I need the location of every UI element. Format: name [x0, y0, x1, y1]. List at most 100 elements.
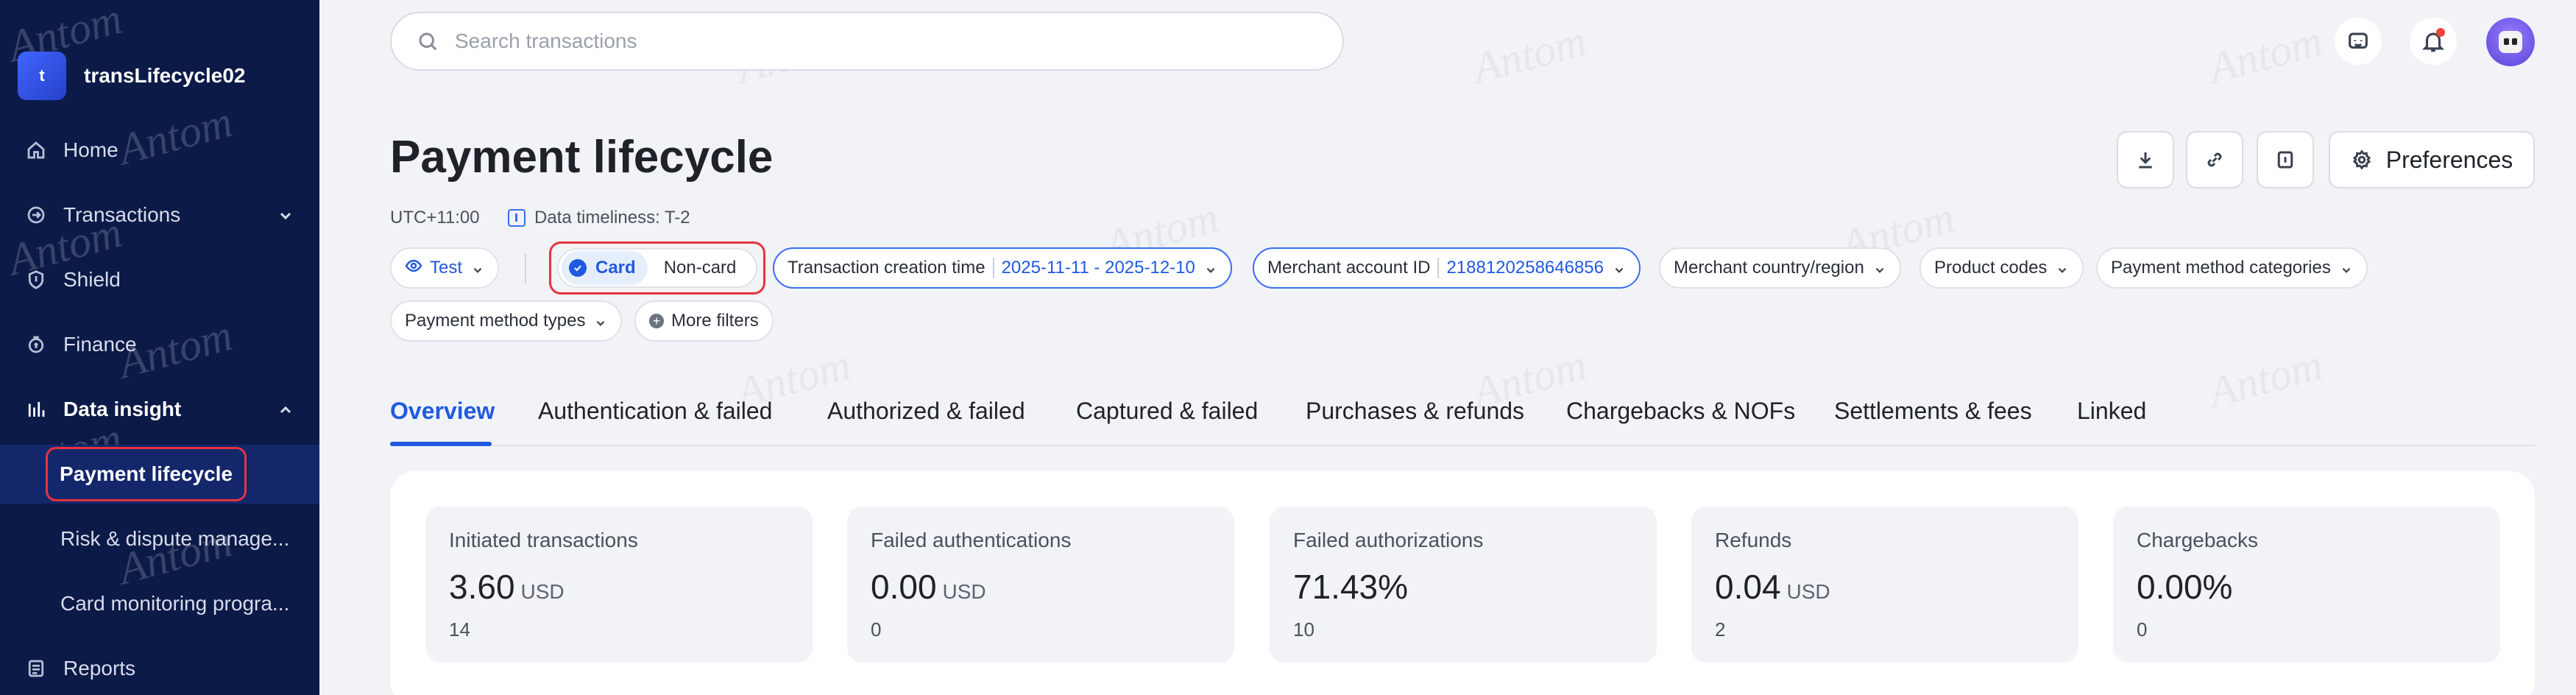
- chevron-down-icon: [471, 261, 484, 275]
- tab-authentication-failed[interactable]: Authentication & failed: [538, 398, 772, 425]
- filter-payment-method-categories[interactable]: Payment method categories: [2096, 247, 2368, 289]
- more-filters-button[interactable]: + More filters: [634, 300, 774, 342]
- metric-value: 0.04: [1715, 568, 1781, 606]
- filter-merchant-country[interactable]: Merchant country/region: [1659, 247, 1901, 289]
- filter-label: Payment method types: [405, 311, 586, 331]
- filter-label: Merchant country/region: [1674, 258, 1864, 278]
- sidebar-subitem-label: Risk & dispute manage...: [60, 527, 290, 550]
- watermark: Antom: [2203, 339, 2328, 417]
- copy-link-button[interactable]: [2186, 131, 2243, 188]
- metric-count: 2: [1715, 618, 1726, 641]
- info-icon: [508, 209, 526, 227]
- sidebar-item-home[interactable]: Home: [0, 121, 319, 180]
- download-button[interactable]: [2117, 131, 2174, 188]
- divider: [1437, 258, 1440, 278]
- metric-count: 0: [2137, 618, 2148, 641]
- help-doc-button[interactable]: [2257, 131, 2314, 188]
- filter-value: 2025-11-11 - 2025-12-10: [1001, 258, 1195, 278]
- search-input[interactable]: [455, 29, 1264, 53]
- sidebar-subitem-risk-dispute[interactable]: Risk & dispute manage...: [0, 509, 319, 568]
- metric-card-initiated-transactions[interactable]: Initiated transactions 3.60 USD 14: [425, 507, 813, 663]
- data-insight-icon: [25, 398, 47, 420]
- sidebar-item-transactions[interactable]: Transactions: [0, 186, 319, 244]
- chatbot-icon: [2349, 32, 2368, 49]
- assistant-button[interactable]: [2335, 18, 2382, 65]
- tab-chargebacks-nofs[interactable]: Chargebacks & NOFs: [1566, 398, 1795, 425]
- chevron-down-icon: [2340, 261, 2353, 275]
- timezone-label: UTC+11:00: [390, 208, 480, 227]
- sidebar-item-label: Transactions: [63, 203, 181, 226]
- filter-payment-method-types[interactable]: Payment method types: [390, 300, 623, 342]
- filter-label: Transaction creation time: [788, 258, 986, 278]
- tab-overview[interactable]: Overview: [390, 398, 495, 425]
- sidebar-subitem-payment-lifecycle[interactable]: Payment lifecycle: [0, 445, 319, 504]
- notifications-button[interactable]: [2410, 18, 2457, 65]
- metric-unit: USD: [1786, 580, 1830, 603]
- search-bar[interactable]: [390, 12, 1344, 71]
- sidebar-subitem-card-monitoring[interactable]: Card monitoring progra...: [0, 574, 319, 633]
- metric-card-failed-authorizations[interactable]: Failed authorizations 71.43% 10: [1270, 507, 1657, 663]
- active-tab-indicator: [390, 442, 492, 446]
- tab-settlements-fees[interactable]: Settlements & fees: [1834, 398, 2032, 425]
- notification-dot: [2436, 28, 2445, 37]
- home-icon: [25, 139, 47, 161]
- filter-value: 2188120258646856: [1446, 258, 1604, 278]
- metric-value: 3.60: [449, 568, 515, 606]
- sidebar-item-shield[interactable]: Shield: [0, 250, 319, 309]
- preferences-button[interactable]: Preferences: [2329, 131, 2535, 188]
- user-avatar[interactable]: [2486, 18, 2535, 66]
- filter-transaction-creation-time[interactable]: Transaction creation time 2025-11-11 - 2…: [773, 247, 1232, 289]
- metric-unit: USD: [520, 580, 565, 603]
- more-filters-label: More filters: [671, 311, 759, 331]
- chevron-down-icon: [277, 206, 294, 224]
- chevron-down-icon: [2056, 261, 2069, 275]
- sidebar-item-finance[interactable]: Finance: [0, 315, 319, 374]
- tab-purchases-refunds[interactable]: Purchases & refunds: [1306, 398, 1524, 425]
- gear-icon: [2352, 149, 2371, 170]
- tab-authorized-failed[interactable]: Authorized & failed: [827, 398, 1025, 425]
- watermark: Antom: [2203, 15, 2328, 94]
- sidebar-item-label: Home: [63, 138, 118, 161]
- sidebar-subitem-label: Payment lifecycle: [46, 447, 247, 501]
- transactions-icon: [25, 204, 47, 226]
- metric-value-row: 71.43%: [1293, 567, 1408, 607]
- merchant-name: transLifecycle02: [84, 64, 246, 87]
- sidebar-item-data-insight[interactable]: Data insight: [0, 380, 319, 439]
- metric-value: 0.00: [871, 568, 937, 606]
- metric-count: 14: [449, 618, 470, 641]
- tab-linked[interactable]: Linked: [2077, 398, 2146, 425]
- sidebar-item-reports[interactable]: Reports: [0, 639, 319, 695]
- metric-label: Failed authentications: [871, 529, 1072, 551]
- metric-value: 71.43%: [1293, 568, 1409, 606]
- finance-icon: [25, 334, 47, 356]
- data-timeliness-label: Data timeliness: T-2: [534, 208, 690, 227]
- metric-card-refunds[interactable]: Refunds 0.04 USD 2: [1691, 507, 2078, 663]
- metric-card-chargebacks[interactable]: Chargebacks 0.00% 0: [2113, 507, 2500, 663]
- chevron-up-icon: [277, 401, 294, 418]
- info-doc-icon: [2277, 151, 2293, 169]
- metric-value-row: 0.04 USD: [1715, 567, 1830, 607]
- chevron-down-icon: [594, 314, 607, 328]
- sidebar-item-label: Reports: [63, 657, 136, 680]
- metric-card-failed-authentications[interactable]: Failed authentications 0.00 USD 0: [847, 507, 1234, 663]
- metric-value-row: 0.00 USD: [871, 567, 986, 607]
- metric-value-row: 3.60 USD: [449, 567, 565, 607]
- metric-label: Chargebacks: [2137, 529, 2258, 551]
- segment-non-card[interactable]: Non-card: [664, 258, 737, 278]
- tab-captured-failed[interactable]: Captured & failed: [1076, 398, 1258, 425]
- metric-unit: USD: [942, 580, 986, 603]
- data-timeliness: Data timeliness: T-2: [508, 208, 690, 228]
- segment-card-label: Card: [595, 258, 636, 278]
- plus-icon: +: [649, 314, 664, 328]
- filter-merchant-account-id[interactable]: Merchant account ID 2188120258646856: [1253, 247, 1641, 289]
- segment-card[interactable]: Card: [562, 251, 648, 285]
- filter-product-codes[interactable]: Product codes: [1919, 247, 2084, 289]
- sidebar-item-label: Finance: [63, 333, 137, 356]
- sidebar-subitem-label: Card monitoring progra...: [60, 592, 290, 615]
- divider: [992, 258, 994, 278]
- merchant-switcher[interactable]: t transLifecycle02: [18, 52, 245, 100]
- environment-label: Test: [430, 258, 463, 278]
- card-type-toggle: Card Non-card: [557, 248, 757, 288]
- environment-selector[interactable]: Test: [390, 247, 500, 289]
- chevron-down-icon: [1873, 261, 1886, 275]
